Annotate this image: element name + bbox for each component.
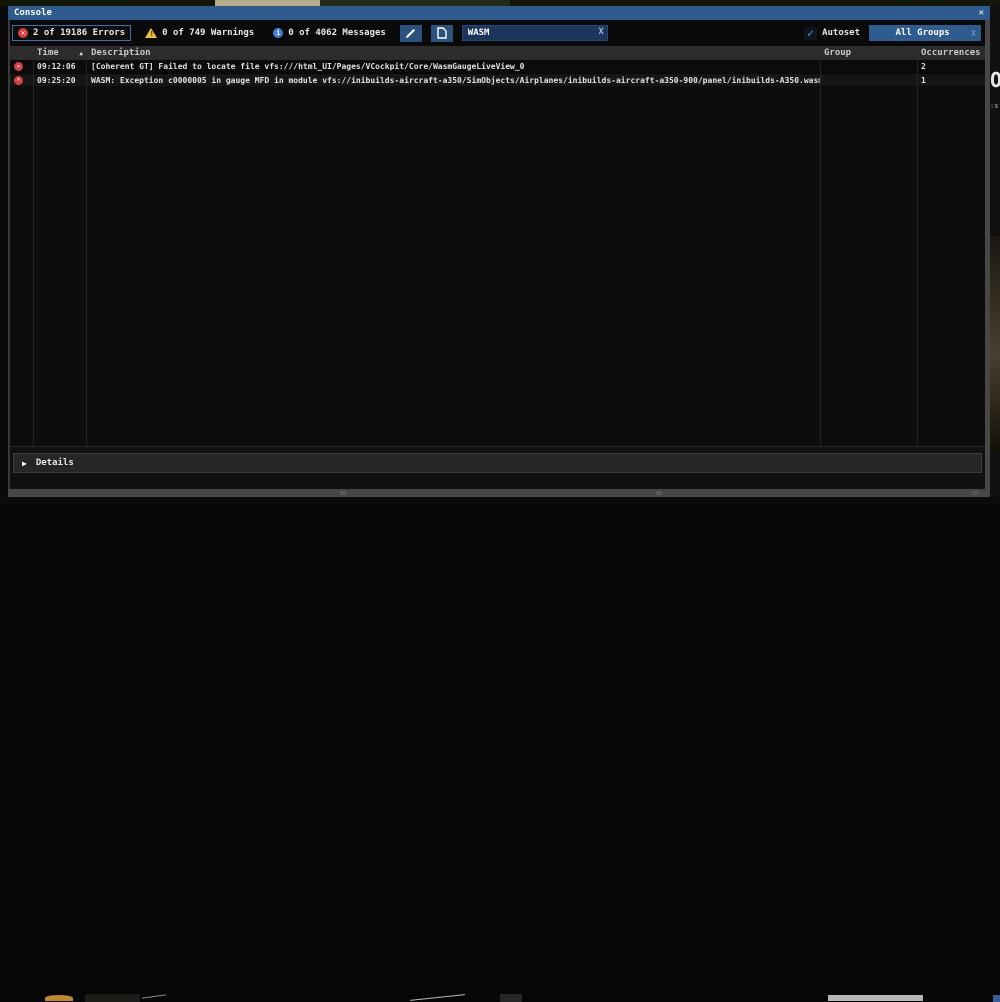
- window-bottom-border: [8, 489, 990, 497]
- backdrop-ticks: [828, 995, 923, 1001]
- errors-filter-button[interactable]: ✕ 2 of 19186 Errors: [12, 25, 131, 41]
- search-field: X: [462, 25, 608, 41]
- groups-dropdown[interactable]: All Groups X: [869, 25, 981, 41]
- resize-grip[interactable]: [340, 491, 346, 495]
- window-frame: ✕ 2 of 19186 Errors ! 0 of 749 Warnings …: [8, 20, 990, 489]
- warning-icon: !: [145, 28, 157, 38]
- checkbox-check-icon[interactable]: ✓: [804, 27, 817, 40]
- info-icon: i: [273, 28, 283, 38]
- column-header-occurrences[interactable]: Occurrences: [917, 48, 985, 58]
- backdrop-bottom-sliver: [0, 497, 1000, 505]
- column-divider: [33, 60, 34, 446]
- backdrop-blue-corner: [993, 995, 1000, 1002]
- column-header-group[interactable]: Group: [820, 48, 917, 58]
- window-titlebar[interactable]: Console ✕: [8, 6, 990, 20]
- autoset-label: Autoset: [822, 28, 860, 38]
- error-icon: ✕: [18, 28, 28, 38]
- groups-clear-icon[interactable]: X: [971, 29, 976, 38]
- log-time: 09:12:06: [33, 62, 86, 71]
- errors-count-label: 2 of 19186 Errors: [33, 28, 125, 38]
- pencil-icon: [405, 28, 416, 39]
- error-icon: ✕: [14, 76, 23, 85]
- clear-console-button[interactable]: [400, 25, 422, 42]
- backdrop-dash: [410, 994, 465, 1001]
- details-expander[interactable]: ▶ Details: [13, 453, 982, 473]
- messages-filter-button[interactable]: i 0 of 4062 Messages: [268, 26, 391, 40]
- warnings-count-label: 0 of 749 Warnings: [162, 28, 254, 38]
- column-header-time[interactable]: Time ▲: [33, 48, 86, 58]
- column-divider: [86, 60, 87, 446]
- warnings-filter-button[interactable]: ! 0 of 749 Warnings: [140, 26, 259, 40]
- groups-dropdown-value: All Groups: [874, 28, 971, 38]
- log-description: [Coherent GT] Failed to locate file vfs:…: [86, 62, 820, 71]
- log-description: WASM: Exception c0000005 in gauge MFD in…: [86, 76, 820, 85]
- details-label: Details: [36, 458, 74, 468]
- console-toolbar: ✕ 2 of 19186 Errors ! 0 of 749 Warnings …: [10, 20, 985, 46]
- search-input[interactable]: [462, 25, 608, 41]
- log-table-body: ✕ 09:12:06 [Coherent GT] Failed to locat…: [10, 60, 985, 447]
- backdrop-partial-letter: O: [990, 68, 1000, 92]
- log-occurrences: 1: [917, 76, 985, 85]
- backdrop-right-strip: O :s: [990, 6, 1000, 497]
- error-icon: ✕: [14, 62, 23, 71]
- column-header-description[interactable]: Description: [86, 48, 820, 58]
- backdrop-panel: [500, 994, 522, 1002]
- column-divider: [820, 60, 821, 446]
- expander-triangle-icon[interactable]: ▶: [22, 459, 27, 468]
- close-icon[interactable]: ✕: [979, 9, 984, 18]
- log-row[interactable]: ✕ 09:12:06 [Coherent GT] Failed to locat…: [10, 60, 985, 73]
- messages-count-label: 0 of 4062 Messages: [288, 28, 386, 38]
- log-time: 09:25:20: [33, 76, 86, 85]
- log-row[interactable]: ✕ 09:25:20 WASM: Exception c0000005 in g…: [10, 73, 985, 86]
- details-section: ▶ Details: [10, 447, 985, 489]
- backdrop-partial-text: :s: [990, 102, 998, 110]
- resize-grip[interactable]: [656, 491, 662, 495]
- backdrop-dash: [142, 994, 166, 998]
- column-divider: [917, 60, 918, 446]
- window-title: Console: [14, 8, 52, 18]
- backdrop-panel: [85, 994, 140, 1002]
- console-window: Console ✕ ✕ 2 of 19186 Errors ! 0 of 749…: [8, 6, 990, 497]
- backdrop-right-gradient: [990, 236, 1000, 451]
- sort-ascending-icon: ▲: [79, 50, 83, 57]
- resize-grip[interactable]: [972, 491, 978, 495]
- details-empty-area: [13, 473, 982, 489]
- backdrop-yellow-gauge: [45, 995, 73, 1001]
- autoset-checkbox[interactable]: ✓ Autoset: [804, 27, 860, 40]
- document-icon: [437, 27, 447, 39]
- log-table-header: Time ▲ Description Group Occurrences: [10, 46, 985, 60]
- log-occurrences: 2: [917, 62, 985, 71]
- copy-log-button[interactable]: [431, 25, 453, 42]
- search-clear-icon[interactable]: X: [598, 27, 603, 37]
